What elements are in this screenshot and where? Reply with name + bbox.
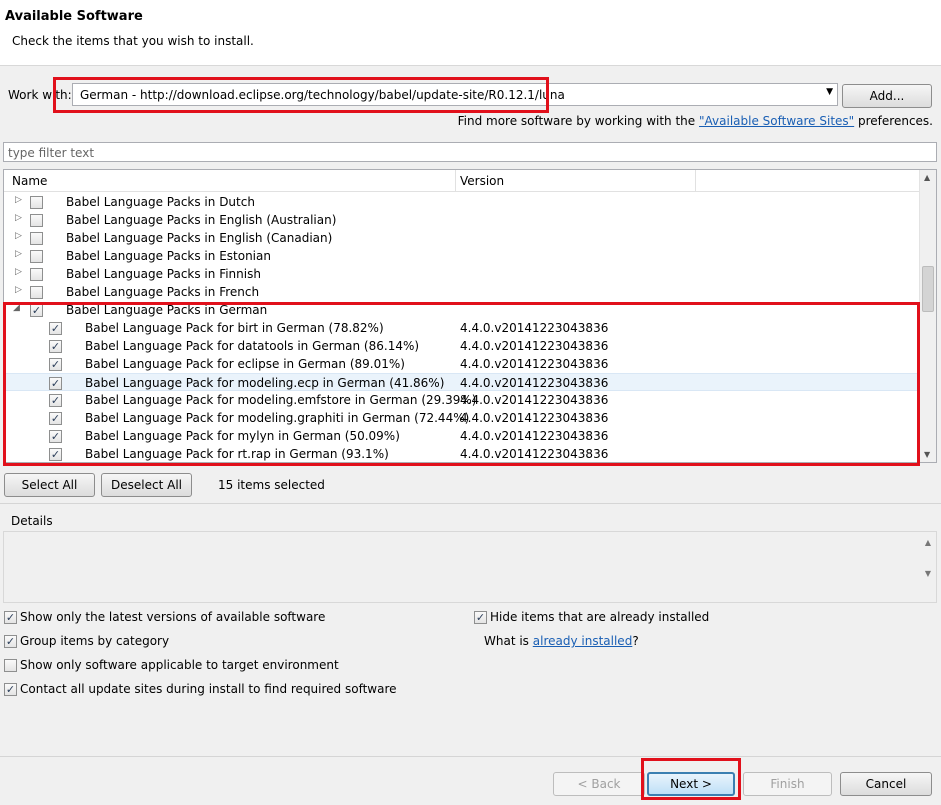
option-latest-versions[interactable]: ✓ Show only the latest versions of avail… xyxy=(4,610,326,626)
row-name: Babel Language Packs in English (Austral… xyxy=(66,213,337,227)
option-contact-update-sites[interactable]: ✓ Contact all update sites during instal… xyxy=(4,682,397,698)
work-with-highlight xyxy=(53,77,549,113)
already-installed-link[interactable]: already installed xyxy=(533,634,633,648)
row-checkbox[interactable] xyxy=(30,268,43,281)
german-packs-highlight xyxy=(3,302,920,466)
table-header: Name Version xyxy=(4,170,920,192)
column-header-name[interactable]: Name xyxy=(12,174,47,188)
row-name: Babel Language Packs in Finnish xyxy=(66,267,261,281)
page-title: Available Software xyxy=(5,9,143,24)
checkbox[interactable]: ✓ xyxy=(4,611,17,624)
selected-count: 15 items selected xyxy=(218,478,325,492)
hint-prefix: Find more software by working with the xyxy=(457,114,696,128)
available-sites-hint: Find more software by working with the "… xyxy=(458,114,933,128)
details-area[interactable]: ▲ ▼ xyxy=(3,531,937,603)
tree-collapsed-icon[interactable]: ▷ xyxy=(15,285,22,295)
next-button-highlight xyxy=(641,758,741,800)
option-label: Group items by category xyxy=(20,634,170,648)
option-label: Show only software applicable to target … xyxy=(20,658,339,672)
row-name: Babel Language Packs in English (Canadia… xyxy=(66,231,333,245)
table-scrollbar[interactable]: ▲ ▼ xyxy=(919,170,936,462)
scrollbar-thumb[interactable] xyxy=(922,266,934,312)
checkbox[interactable]: ✓ xyxy=(4,683,17,696)
chevron-down-icon[interactable]: ▼ xyxy=(826,87,833,97)
scroll-up-icon[interactable]: ▲ xyxy=(925,538,931,547)
filter-input[interactable]: type filter text xyxy=(3,142,937,162)
option-hide-installed[interactable]: ✓ Hide items that are already installed xyxy=(474,610,709,626)
column-divider[interactable] xyxy=(455,170,456,192)
scroll-up-icon[interactable]: ▲ xyxy=(924,173,930,182)
tree-collapsed-icon[interactable]: ▷ xyxy=(15,213,22,223)
deselect-all-button[interactable]: Deselect All xyxy=(101,473,192,497)
filter-placeholder: type filter text xyxy=(8,146,95,160)
what-is-prefix: What is xyxy=(484,634,529,648)
option-label: Contact all update sites during install … xyxy=(20,682,397,696)
cancel-button[interactable]: Cancel xyxy=(840,772,932,796)
option-group-by-category[interactable]: ✓ Group items by category xyxy=(4,634,204,650)
column-header-version[interactable]: Version xyxy=(460,174,504,188)
table-row[interactable]: ▷ Babel Language Packs in French xyxy=(4,283,920,301)
checkbox[interactable]: ✓ xyxy=(474,611,487,624)
checkbox[interactable] xyxy=(4,659,17,672)
available-software-sites-link[interactable]: "Available Software Sites" xyxy=(699,114,854,128)
table-row[interactable]: ▷ Babel Language Packs in Estonian xyxy=(4,247,920,265)
row-name: Babel Language Packs in Dutch xyxy=(66,195,255,209)
option-target-environment[interactable]: Show only software applicable to target … xyxy=(4,658,339,674)
what-is-installed: What is already installed? xyxy=(484,634,639,648)
page-description: Check the items that you wish to install… xyxy=(12,34,254,48)
row-checkbox[interactable] xyxy=(30,214,43,227)
add-site-button[interactable]: Add... xyxy=(842,84,932,108)
details-label: Details xyxy=(11,514,53,528)
option-label: Hide items that are already installed xyxy=(490,610,710,624)
wizard-header: Available Software Check the items that … xyxy=(0,0,941,66)
row-checkbox[interactable] xyxy=(30,286,43,299)
row-name: Babel Language Packs in French xyxy=(66,285,260,299)
row-checkbox[interactable] xyxy=(30,232,43,245)
table-row[interactable]: ▷ Babel Language Packs in English (Canadi… xyxy=(4,229,920,247)
select-all-button[interactable]: Select All xyxy=(4,473,95,497)
divider xyxy=(0,756,941,757)
tree-collapsed-icon[interactable]: ▷ xyxy=(15,267,22,277)
table-row[interactable]: ▷ Babel Language Packs in Finnish xyxy=(4,265,920,283)
column-divider[interactable] xyxy=(695,170,696,192)
finish-button[interactable]: Finish xyxy=(743,772,832,796)
table-row[interactable]: ▷ Babel Language Packs in Dutch xyxy=(4,193,920,211)
row-checkbox[interactable] xyxy=(30,250,43,263)
divider xyxy=(0,503,941,504)
scroll-down-icon[interactable]: ▼ xyxy=(925,569,931,578)
tree-collapsed-icon[interactable]: ▷ xyxy=(15,231,22,241)
row-name: Babel Language Packs in Estonian xyxy=(66,249,271,263)
row-checkbox[interactable] xyxy=(30,196,43,209)
back-button[interactable]: < Back xyxy=(553,772,645,796)
what-is-suffix: ? xyxy=(632,634,639,648)
tree-collapsed-icon[interactable]: ▷ xyxy=(15,195,22,205)
hint-suffix: preferences. xyxy=(858,114,933,128)
checkbox[interactable]: ✓ xyxy=(4,635,17,648)
table-row[interactable]: ▷ Babel Language Packs in English (Austra… xyxy=(4,211,920,229)
scroll-down-icon[interactable]: ▼ xyxy=(924,450,930,459)
tree-collapsed-icon[interactable]: ▷ xyxy=(15,249,22,259)
option-label: Show only the latest versions of availab… xyxy=(20,610,326,624)
